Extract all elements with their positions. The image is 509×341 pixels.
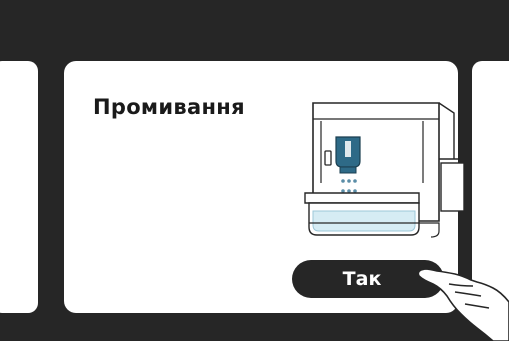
rinse-card: Промивання Так [64, 61, 465, 313]
confirm-button-label: Так [342, 268, 382, 290]
previous-card[interactable] [0, 61, 38, 313]
display-screen: Промивання Так [0, 0, 509, 341]
page-title: Промивання [93, 95, 245, 119]
coffee-machine-rinsing-icon [299, 101, 465, 241]
tap-hand-icon [415, 262, 509, 341]
